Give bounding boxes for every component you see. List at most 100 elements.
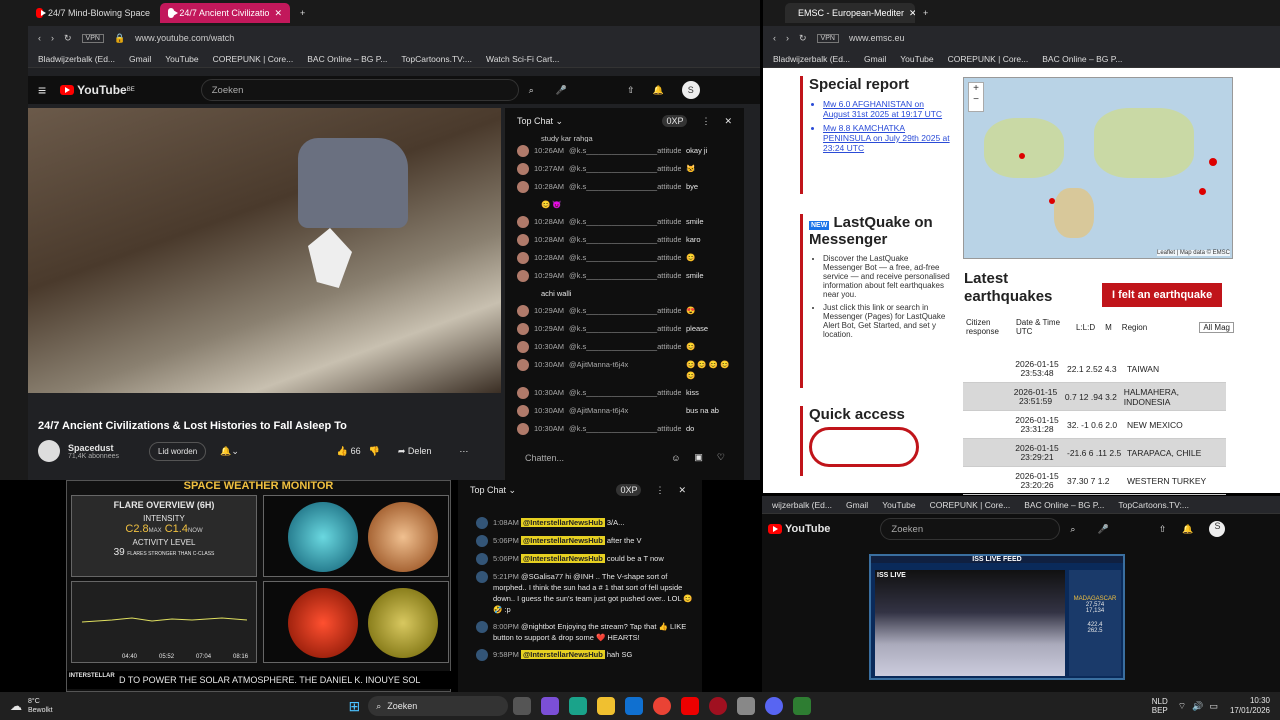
bookmark-item[interactable]: BAC Online – BG P... <box>307 54 387 64</box>
bookmark-item[interactable]: wijzerbalk (Ed... <box>772 500 832 510</box>
bookmark-item[interactable]: Gmail <box>129 54 151 64</box>
chat-username[interactable]: @nightbot <box>521 622 555 631</box>
chrome-icon[interactable] <box>653 697 672 715</box>
chat-username[interactable]: @k.s_________________attitude <box>569 181 681 192</box>
new-tab-button[interactable]: + <box>292 3 313 23</box>
chat-username[interactable]: @k.s_________________attitude <box>569 423 681 434</box>
search-icon[interactable]: ⌕ <box>529 85 534 96</box>
bell-icon[interactable]: 🔔 <box>1182 524 1193 535</box>
chat-username[interactable]: @k.s_________________attitude <box>569 252 681 263</box>
avatar[interactable] <box>517 163 529 175</box>
felt-earthquake-button[interactable]: I felt an earthquake <box>1102 283 1223 307</box>
forward-icon[interactable]: › <box>51 33 54 43</box>
avatar[interactable] <box>476 571 488 583</box>
avatar[interactable]: S <box>1209 521 1226 537</box>
dislike-icon[interactable]: 👎 <box>369 446 380 457</box>
bookmark-item[interactable]: Bladwijzerbalk (Ed... <box>773 54 850 64</box>
teams-icon[interactable] <box>541 697 560 715</box>
avatar[interactable] <box>517 181 529 193</box>
avatar[interactable] <box>476 517 488 529</box>
avatar[interactable] <box>517 234 529 246</box>
table-row[interactable]: 2026-01-15 23:31:28 32. -1 0.6 2.0 NEW MEXI… <box>963 411 1226 439</box>
language-indicator[interactable]: NLD BEP <box>1152 697 1168 715</box>
quick-access-icon[interactable] <box>809 427 919 467</box>
bookmark-item[interactable]: YouTube <box>165 54 198 64</box>
close-tab-icon[interactable]: ✕ <box>274 8 282 19</box>
close-icon[interactable]: ✕ <box>724 116 732 127</box>
battery-icon[interactable]: ▭ <box>1209 701 1218 712</box>
start-icon[interactable]: ⊞ <box>349 698 361 715</box>
chat-username[interactable]: @k.s_________________attitude <box>569 323 681 334</box>
mic-icon[interactable]: 🎤 <box>556 85 567 96</box>
like-button[interactable]: 👍 66 <box>337 446 361 457</box>
explorer-icon[interactable] <box>597 697 616 715</box>
opera-icon[interactable] <box>709 697 728 715</box>
table-row[interactable]: 2026-01-15 23:29:21 -21.6 6 .11 2.5 TARAPAC… <box>963 439 1226 467</box>
more-icon[interactable]: ⋮ <box>701 116 710 127</box>
clock[interactable]: 10:30 17/01/2026 <box>1230 696 1270 716</box>
avatar[interactable] <box>517 305 529 317</box>
report-link[interactable]: Mw 8.8 KAMCHATKA PENINSULA on July 29th … <box>823 123 950 153</box>
bookmark-item[interactable]: Watch Sci-Fi Cart... <box>486 54 559 64</box>
mic-icon[interactable]: 🎤 <box>1097 524 1108 535</box>
channel-name[interactable]: Spacedust <box>68 443 119 453</box>
chat-username[interactable]: @InterstellarNewsHub <box>520 518 605 527</box>
avatar[interactable] <box>476 621 488 633</box>
avatar[interactable] <box>517 252 529 264</box>
chat-username[interactable]: @InterstellarNewsHub <box>520 554 605 563</box>
magnitude-filter[interactable]: All Mag <box>1199 321 1234 333</box>
upload-icon[interactable]: ⇧ <box>627 85 635 96</box>
quake-marker[interactable] <box>1019 153 1025 159</box>
avatar[interactable] <box>517 387 529 399</box>
bookmark-item[interactable]: COREPUNK | Core... <box>948 54 1029 64</box>
bookmark-item[interactable]: COREPUNK | Core... <box>213 54 294 64</box>
search-icon[interactable]: ⌕ <box>1070 524 1075 535</box>
channel-avatar[interactable] <box>38 440 60 462</box>
avatar[interactable] <box>517 270 529 282</box>
vpn-badge[interactable]: VPN <box>81 33 104 43</box>
bookmark-item[interactable]: TopCartoons.TV:... <box>1118 500 1189 510</box>
upload-icon[interactable]: ⇧ <box>1159 524 1167 535</box>
heart-icon[interactable]: ♡ <box>717 452 725 463</box>
bookmark-item[interactable]: YouTube <box>882 500 915 510</box>
avatar[interactable] <box>517 423 529 435</box>
quake-marker[interactable] <box>1209 158 1217 166</box>
earthquake-map[interactable]: + − Leaflet | Map data © EMSC <box>963 77 1233 259</box>
youtube-app-icon[interactable] <box>681 697 700 715</box>
bookmark-item[interactable]: TopCartoons.TV:... <box>401 54 472 64</box>
outlook-icon[interactable] <box>625 697 644 715</box>
chat-username[interactable]: @SGalisa77 <box>521 572 563 581</box>
avatar[interactable] <box>476 649 488 661</box>
menu-icon[interactable]: ≡ <box>38 82 46 98</box>
table-row[interactable]: 2026-01-15 23:20:26 37.30 7 1.2 WESTERN TUR… <box>963 467 1226 495</box>
calculator-icon[interactable] <box>737 697 756 715</box>
game-icon[interactable] <box>793 697 812 715</box>
bookmark-item[interactable]: Gmail <box>864 54 886 64</box>
chat-username[interactable]: @InterstellarNewsHub <box>520 536 605 545</box>
avatar[interactable] <box>517 216 529 228</box>
more-icon[interactable]: ⋯ <box>459 446 468 457</box>
chat-input[interactable]: Chatten... <box>525 453 564 463</box>
share-button[interactable]: ➦ Delen <box>398 446 432 457</box>
discord-icon[interactable] <box>765 697 784 715</box>
bookmark-item[interactable]: BAC Online – BG P... <box>1024 500 1104 510</box>
chat-username[interactable]: @k.s_________________attitude <box>569 145 681 156</box>
iss-video[interactable]: ISS LIVE FEED ISS LIVE MADAGASCAR 27,574… <box>869 554 1125 680</box>
back-icon[interactable]: ‹ <box>773 33 776 43</box>
bookmark-item[interactable]: COREPUNK | Core... <box>930 500 1011 510</box>
task-view-icon[interactable] <box>513 697 532 715</box>
table-row[interactable]: 2026-01-15 23:53:48 22.1 2.52 4.3 TAIWAN <box>963 355 1226 383</box>
avatar[interactable]: S <box>681 81 700 99</box>
bell-icon[interactable]: 🔔 <box>653 85 664 96</box>
forward-icon[interactable]: › <box>786 33 789 43</box>
join-button[interactable]: Lid worden <box>149 441 207 461</box>
chat-username[interactable]: @k.s_________________attitude <box>569 234 681 245</box>
points-badge[interactable]: 0XP <box>616 484 642 496</box>
avatar[interactable] <box>517 405 529 417</box>
chat-username[interactable]: @k.s_________________attitude <box>569 163 681 174</box>
chat-username[interactable]: @k.s_________________attitude <box>569 387 681 398</box>
back-icon[interactable]: ‹ <box>38 33 41 43</box>
taskbar-search[interactable]: ⌕ Zoeken <box>368 696 509 716</box>
volume-icon[interactable]: 🔊 <box>1192 701 1203 712</box>
search-input[interactable]: Zoeken <box>200 79 519 101</box>
